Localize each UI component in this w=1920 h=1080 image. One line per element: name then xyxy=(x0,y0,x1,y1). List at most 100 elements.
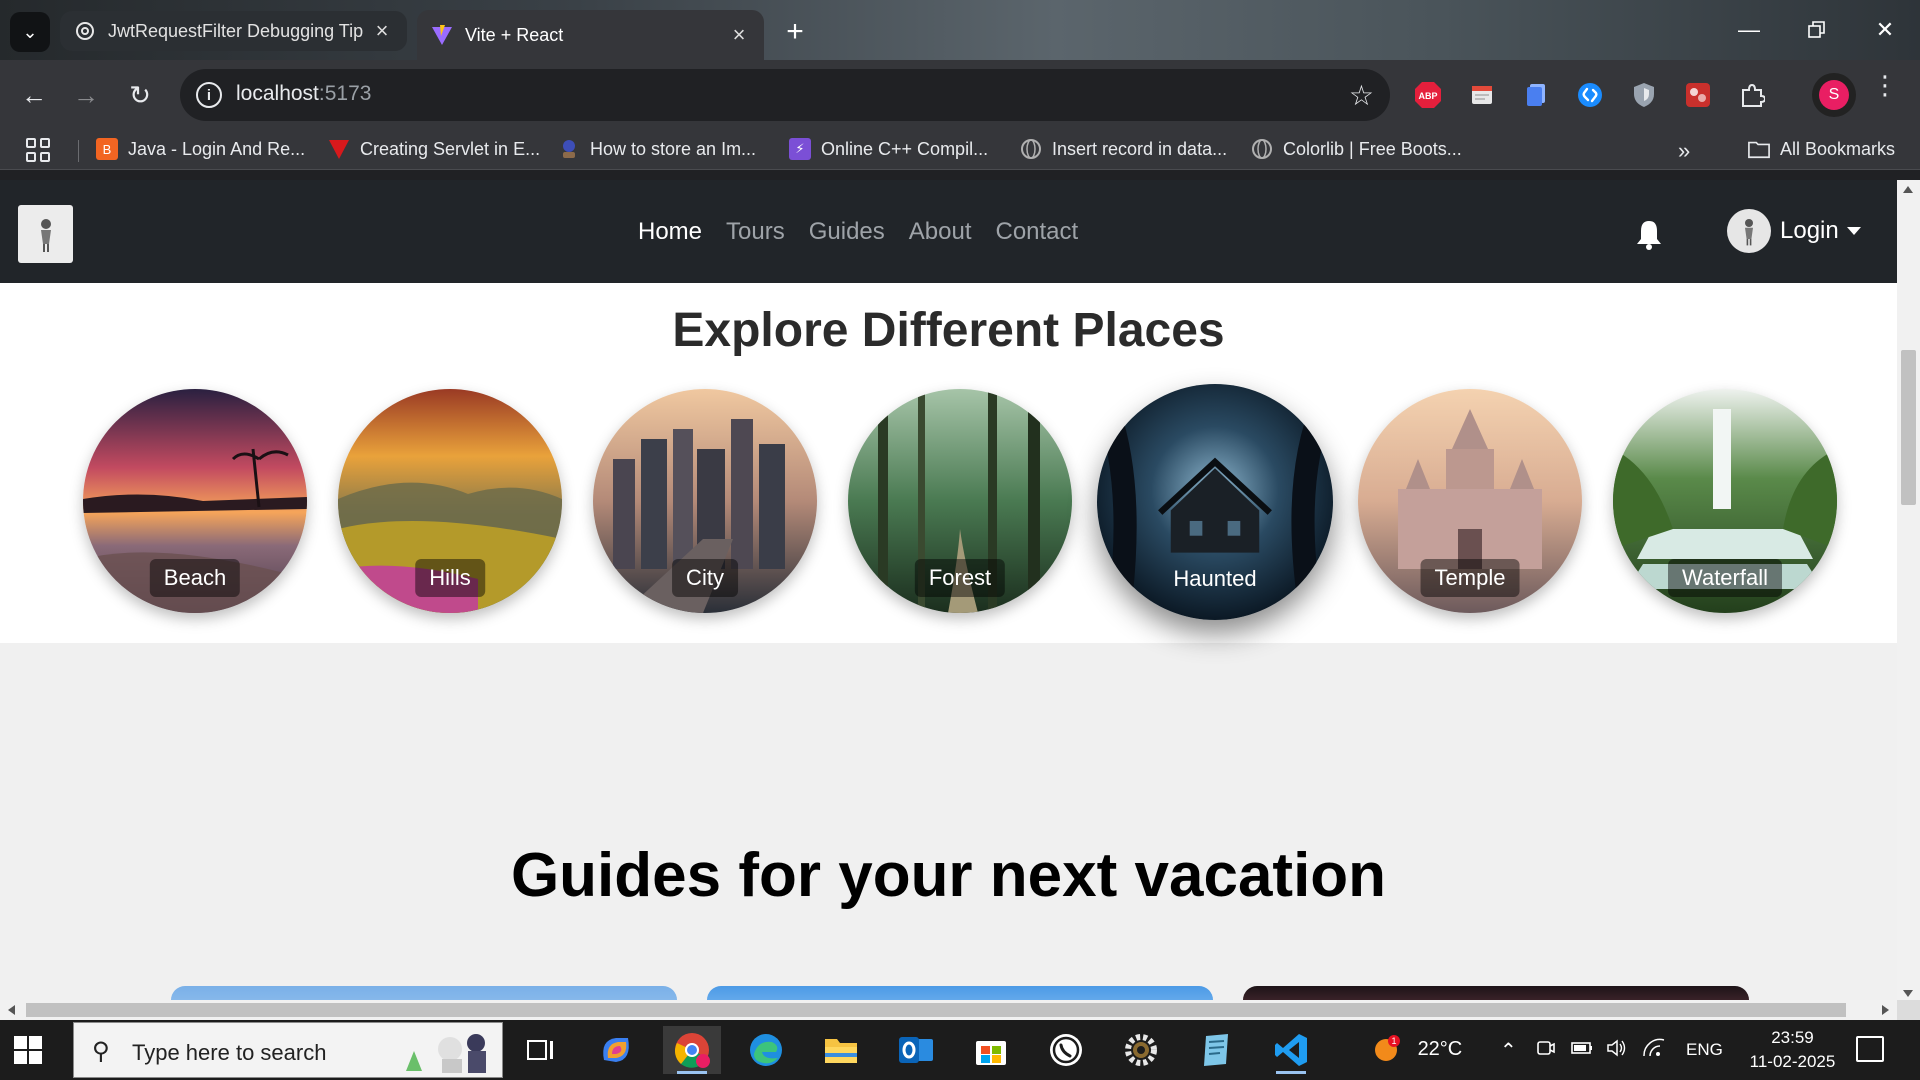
close-icon[interactable]: × xyxy=(371,18,393,44)
wifi-icon[interactable] xyxy=(1642,1038,1666,1064)
volume-icon[interactable] xyxy=(1606,1038,1628,1064)
docs-extension-icon[interactable] xyxy=(1520,79,1552,111)
info-icon[interactable]: i xyxy=(196,82,222,108)
url-text: localhost:5173 xyxy=(236,82,372,105)
place-card-city[interactable]: City xyxy=(593,389,817,613)
globe-icon xyxy=(1020,138,1042,160)
close-icon[interactable]: × xyxy=(728,22,750,48)
bookmark-label: Insert record in data... xyxy=(1052,138,1228,159)
bookmark-label: Creating Servlet in E... xyxy=(360,138,541,159)
shazam-icon[interactable] xyxy=(1574,79,1606,111)
taskbar-app-chrome[interactable] xyxy=(663,1026,721,1074)
back-button[interactable]: ← xyxy=(12,73,56,117)
notification-center-icon[interactable] xyxy=(1856,1036,1884,1062)
clock[interactable]: 23:59 11-02-2025 xyxy=(1745,1026,1840,1074)
apps-grid-icon[interactable] xyxy=(26,138,50,162)
close-window-button[interactable]: ✕ xyxy=(1860,10,1910,50)
edge-icon xyxy=(750,1034,782,1066)
folder-icon xyxy=(825,1039,857,1063)
arrow-right-icon: → xyxy=(73,79,99,110)
restore-button[interactable] xyxy=(1792,10,1842,50)
battery-icon[interactable] xyxy=(1570,1038,1594,1064)
scroll-thumb[interactable] xyxy=(26,1003,1846,1017)
taskbar-app-outlook[interactable] xyxy=(887,1026,945,1074)
tab-title: Vite + React xyxy=(465,24,564,45)
place-card-beach[interactable]: Beach xyxy=(83,389,307,613)
bookmark-item[interactable]: B Java - Login And Re... xyxy=(96,138,305,160)
taskbar-search-box[interactable]: ⚲ Type here to search xyxy=(73,1022,503,1078)
bookmark-item[interactable]: Colorlib | Free Boots... xyxy=(1251,138,1462,160)
all-bookmarks-button[interactable]: All Bookmarks xyxy=(1748,138,1895,160)
browser-tab-active[interactable]: Vite + React × xyxy=(417,10,764,60)
all-bookmarks-label: All Bookmarks xyxy=(1780,138,1896,159)
bookmark-star-icon[interactable]: ☆ xyxy=(1349,79,1374,112)
bookmark-item[interactable]: Insert record in data... xyxy=(1020,138,1227,160)
taskbar-app-edge[interactable] xyxy=(737,1026,795,1074)
taskbar-app-whatsapp[interactable] xyxy=(1037,1026,1095,1074)
scroll-up-icon[interactable] xyxy=(1903,186,1913,193)
minimize-icon: — xyxy=(1738,17,1760,42)
extensions-puzzle-icon[interactable] xyxy=(1736,79,1768,111)
shield-extension-icon[interactable] xyxy=(1628,79,1660,111)
taskbar-app-settings-tool[interactable] xyxy=(1112,1026,1170,1074)
profile-avatar-button[interactable]: S xyxy=(1812,73,1856,117)
gear-icon xyxy=(1125,1034,1157,1066)
notes-extension-icon[interactable] xyxy=(1466,79,1498,111)
address-bar[interactable]: i localhost:5173 ☆ xyxy=(180,69,1390,121)
reload-icon: ↻ xyxy=(129,79,151,110)
bookmark-item[interactable]: ⚡ Online C++ Compil... xyxy=(789,138,988,160)
browser-tab[interactable]: JwtRequestFilter Debugging Tip × xyxy=(60,11,407,51)
bolt-icon: ⚡ xyxy=(789,138,811,160)
nav-link-about[interactable]: About xyxy=(909,218,972,246)
place-card-temple[interactable]: Temple xyxy=(1358,389,1582,613)
horizontal-scrollbar[interactable] xyxy=(0,1000,1897,1020)
taskbar-app-file-explorer[interactable] xyxy=(812,1026,870,1074)
bookmark-item[interactable]: Creating Servlet in E... xyxy=(328,138,540,160)
scroll-thumb[interactable] xyxy=(1901,350,1916,505)
site-logo[interactable] xyxy=(18,205,73,263)
windows-start-icon[interactable] xyxy=(14,1036,42,1064)
nav-link-tours[interactable]: Tours xyxy=(726,218,785,246)
task-view-button[interactable] xyxy=(512,1026,570,1074)
more-bookmarks-button[interactable]: » xyxy=(1678,138,1690,164)
folder-icon xyxy=(1748,138,1770,160)
plus-icon: + xyxy=(786,15,804,48)
meet-now-icon[interactable] xyxy=(1536,1038,1556,1064)
taskbar-app-notepad[interactable] xyxy=(1187,1026,1245,1074)
scroll-left-icon[interactable] xyxy=(8,1005,15,1015)
blogger-icon: B xyxy=(96,138,118,160)
new-tab-button[interactable]: + xyxy=(775,12,815,52)
reload-button[interactable]: ↻ xyxy=(118,73,162,117)
tab-search-button[interactable]: ⌄ xyxy=(10,12,50,52)
restore-icon xyxy=(1808,21,1825,38)
chrome-menu-button[interactable]: ⋮ xyxy=(1870,72,1900,98)
nav-link-guides[interactable]: Guides xyxy=(809,218,885,246)
adblock-plus-icon[interactable]: ABP xyxy=(1412,79,1444,111)
browser-toolbar: ← → ↻ i localhost:5173 ☆ ABP S ⋮ xyxy=(0,60,1920,130)
bell-icon[interactable] xyxy=(1635,219,1663,251)
place-card-waterfall[interactable]: Waterfall xyxy=(1613,389,1837,613)
chevron-up-icon[interactable]: ⌃ xyxy=(1500,1038,1517,1063)
language-indicator[interactable]: ENG xyxy=(1686,1040,1723,1060)
taskbar-app-copilot[interactable] xyxy=(587,1026,645,1074)
whatsapp-icon xyxy=(1050,1034,1082,1066)
tab-title: JwtRequestFilter Debugging Tip xyxy=(108,20,364,41)
puzzle-red-extension-icon[interactable] xyxy=(1682,79,1714,111)
place-card-forest[interactable]: Forest xyxy=(848,389,1072,613)
explore-section: Explore Different Places Beach Hills Cit… xyxy=(0,283,1897,643)
browser-titlebar: ⌄ JwtRequestFilter Debugging Tip × Vite … xyxy=(0,0,1920,60)
scroll-right-icon[interactable] xyxy=(1882,1005,1889,1015)
forward-button[interactable]: → xyxy=(64,73,108,117)
nav-link-contact[interactable]: Contact xyxy=(995,218,1078,246)
place-card-haunted[interactable]: Haunted xyxy=(1097,384,1333,620)
place-card-hills[interactable]: Hills xyxy=(338,389,562,613)
taskbar-app-vscode[interactable] xyxy=(1262,1026,1320,1074)
vertical-scrollbar[interactable] xyxy=(1897,180,1920,1003)
taskbar-app-microsoft-store[interactable] xyxy=(962,1026,1020,1074)
scroll-down-icon[interactable] xyxy=(1903,990,1913,997)
login-dropdown[interactable]: Login xyxy=(1727,209,1861,253)
minimize-button[interactable]: — xyxy=(1724,10,1774,50)
nav-link-home[interactable]: Home xyxy=(638,218,702,246)
bookmark-item[interactable]: How to store an Im... xyxy=(558,138,756,160)
weather-widget[interactable]: 1 22°C xyxy=(1370,1034,1462,1064)
